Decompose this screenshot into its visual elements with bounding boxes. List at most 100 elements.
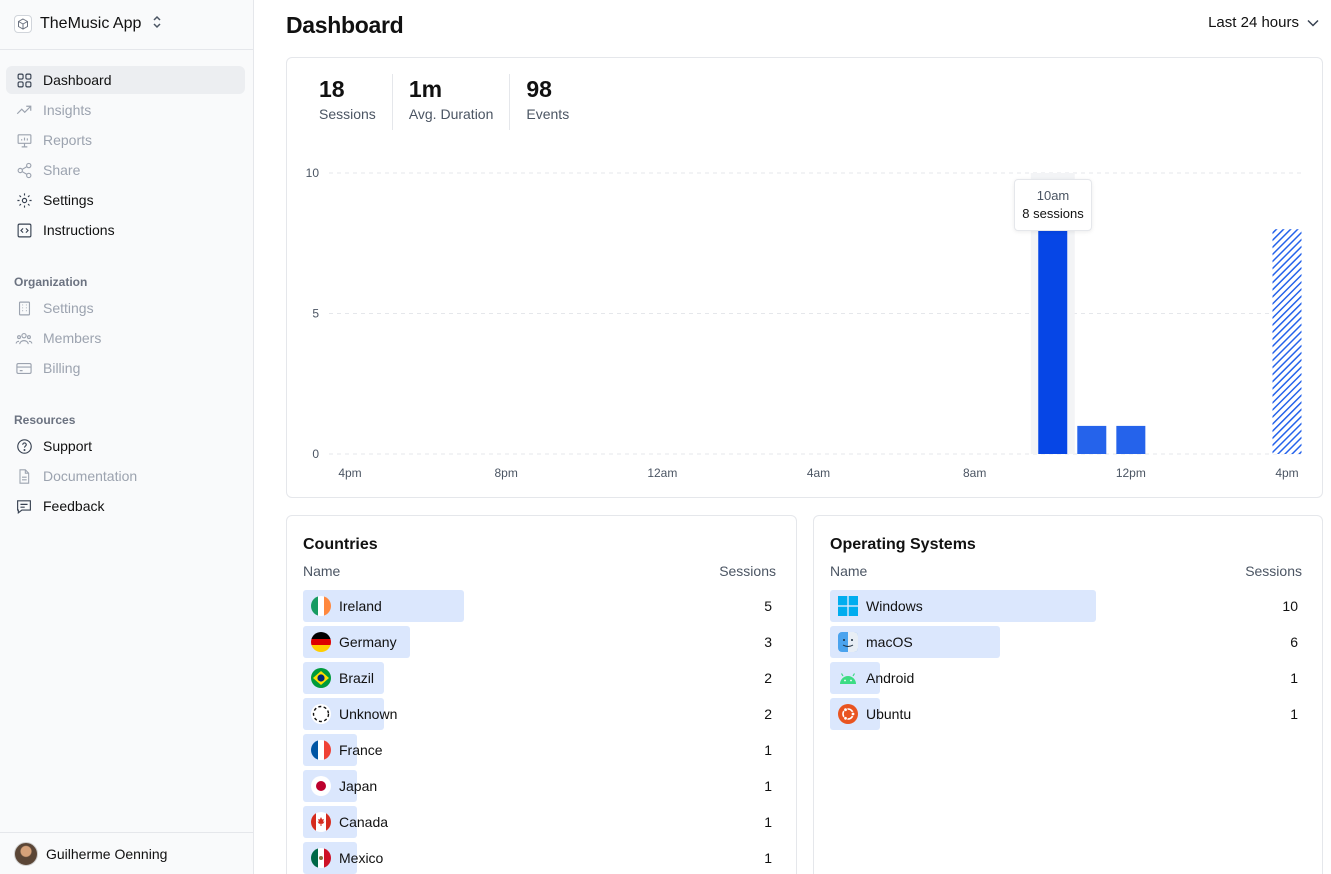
users-icon xyxy=(15,329,33,347)
macos-icon xyxy=(838,632,858,652)
os-row[interactable]: Android 1 xyxy=(830,662,1298,694)
row-label: Unknown xyxy=(339,706,398,722)
sidebar-item-support[interactable]: Support xyxy=(6,432,245,460)
x-tick-label: 8pm xyxy=(494,466,517,480)
row-label: Brazil xyxy=(339,670,375,686)
country-row[interactable]: Brazil 2 xyxy=(303,662,772,694)
chart-bar xyxy=(1272,229,1302,454)
os-row[interactable]: Ubuntu 1 xyxy=(830,698,1298,730)
resources-heading: Resources xyxy=(14,413,76,427)
app-name: TheMusic App xyxy=(40,15,142,32)
sidebar-item-label: Feedback xyxy=(43,498,105,514)
document-icon xyxy=(15,467,33,485)
country-row[interactable]: Mexico 1 xyxy=(303,842,772,874)
row-value: 1 xyxy=(764,850,772,866)
column-header-name: Name xyxy=(303,563,341,579)
chevron-down-icon xyxy=(1307,14,1319,31)
japan-flag-icon xyxy=(311,776,331,796)
canada-flag-icon xyxy=(311,812,331,832)
row-value: 3 xyxy=(764,634,772,650)
row-label: Ireland xyxy=(339,598,382,614)
country-row[interactable]: Canada 1 xyxy=(303,806,772,838)
row-value: 2 xyxy=(764,706,772,722)
germany-flag-icon xyxy=(311,632,331,652)
sessions-bar-chart: 0 5 10 4pm 8pm 12am 4am 8am 12pm 4pm xyxy=(306,166,1303,480)
sidebar-divider xyxy=(0,49,253,50)
row-value: 1 xyxy=(1290,706,1298,722)
avatar xyxy=(14,841,38,866)
resources-nav: Support Documentation Feedback xyxy=(6,432,245,522)
trending-icon xyxy=(15,101,33,119)
sidebar-item-settings[interactable]: Settings xyxy=(6,186,245,214)
sidebar-item-dashboard[interactable]: Dashboard xyxy=(6,66,245,94)
sidebar-item-billing[interactable]: Billing xyxy=(6,354,245,382)
sidebar-item-feedback[interactable]: Feedback xyxy=(6,492,245,520)
ubuntu-icon xyxy=(838,704,858,724)
sidebar-item-documentation[interactable]: Documentation xyxy=(6,462,245,490)
row-label: Canada xyxy=(339,814,389,830)
x-tick-label: 12am xyxy=(647,466,677,480)
operating-systems-card: Operating Systems Name Sessions Windows 1… xyxy=(813,515,1323,874)
country-row[interactable]: Japan 1 xyxy=(303,770,772,802)
share-icon xyxy=(15,161,33,179)
row-label: macOS xyxy=(866,634,913,650)
country-row[interactable]: Germany 3 xyxy=(303,626,772,658)
country-row[interactable]: Unknown 2 xyxy=(303,698,772,730)
country-row[interactable]: Ireland 5 xyxy=(303,590,772,622)
row-value: 1 xyxy=(1290,670,1298,686)
os-row[interactable]: Windows 10 xyxy=(830,590,1298,622)
sidebar-item-share[interactable]: Share xyxy=(6,156,245,184)
organization-heading: Organization xyxy=(14,275,88,289)
sidebar-item-label: Reports xyxy=(43,132,93,148)
row-value: 5 xyxy=(764,598,772,614)
row-label: Android xyxy=(866,670,915,686)
countries-list: Ireland 5 Germany 3 Brazil 2 Unknown 2 France 1 Ja… xyxy=(303,590,772,874)
code-icon xyxy=(15,221,33,239)
sidebar-item-reports[interactable]: Reports xyxy=(6,126,245,154)
country-row[interactable]: France 1 xyxy=(303,734,772,766)
column-header-sessions: Sessions xyxy=(1245,563,1302,579)
sidebar: TheMusic App Dashboard Insights Reports … xyxy=(0,0,254,874)
column-header-name: Name xyxy=(830,563,868,579)
row-label: Germany xyxy=(339,634,397,650)
sidebar-item-instructions[interactable]: Instructions xyxy=(6,216,245,244)
row-value: 1 xyxy=(764,742,772,758)
help-icon xyxy=(15,437,33,455)
sidebar-item-label: Billing xyxy=(43,360,81,376)
os-row[interactable]: macOS 6 xyxy=(830,626,1298,658)
building-icon xyxy=(15,299,33,317)
chevron-up-down-icon xyxy=(151,15,163,34)
y-tick-label: 10 xyxy=(306,166,320,180)
card-title: Operating Systems xyxy=(830,536,976,553)
sidebar-item-label: Support xyxy=(43,438,93,454)
presentation-icon xyxy=(15,131,33,149)
user-menu[interactable]: Guilherme Oenning xyxy=(0,832,253,874)
time-range-label: Last 24 hours xyxy=(1208,14,1299,31)
table-header: Name Sessions xyxy=(303,563,776,579)
chart-bar xyxy=(1116,425,1146,454)
x-tick-label: 8am xyxy=(963,466,986,480)
sidebar-item-insights[interactable]: Insights xyxy=(6,96,245,124)
row-label: Windows xyxy=(866,598,923,614)
grid-icon xyxy=(15,71,33,89)
card-title: Countries xyxy=(303,536,378,553)
tooltip-time: 10am xyxy=(1036,188,1070,203)
row-label: Mexico xyxy=(339,850,384,866)
message-icon xyxy=(15,497,33,515)
brazil-flag-icon xyxy=(311,668,331,688)
cube-icon xyxy=(14,15,32,33)
row-value: 10 xyxy=(1282,598,1298,614)
row-label: Japan xyxy=(339,778,378,794)
x-tick-label: 4pm xyxy=(338,466,361,480)
sidebar-item-members[interactable]: Members xyxy=(6,324,245,352)
organization-nav: Settings Members Billing xyxy=(6,294,245,384)
time-range-select[interactable]: Last 24 hours xyxy=(1208,14,1319,31)
sidebar-item-label: Settings xyxy=(43,192,94,208)
mexico-flag-icon xyxy=(311,848,331,868)
row-label: France xyxy=(339,742,383,758)
sidebar-item-org-settings[interactable]: Settings xyxy=(6,294,245,322)
sidebar-item-label: Settings xyxy=(43,300,94,316)
ireland-flag-icon xyxy=(311,596,331,616)
app-switcher[interactable]: TheMusic App xyxy=(14,12,244,36)
sidebar-item-label: Members xyxy=(43,330,102,346)
